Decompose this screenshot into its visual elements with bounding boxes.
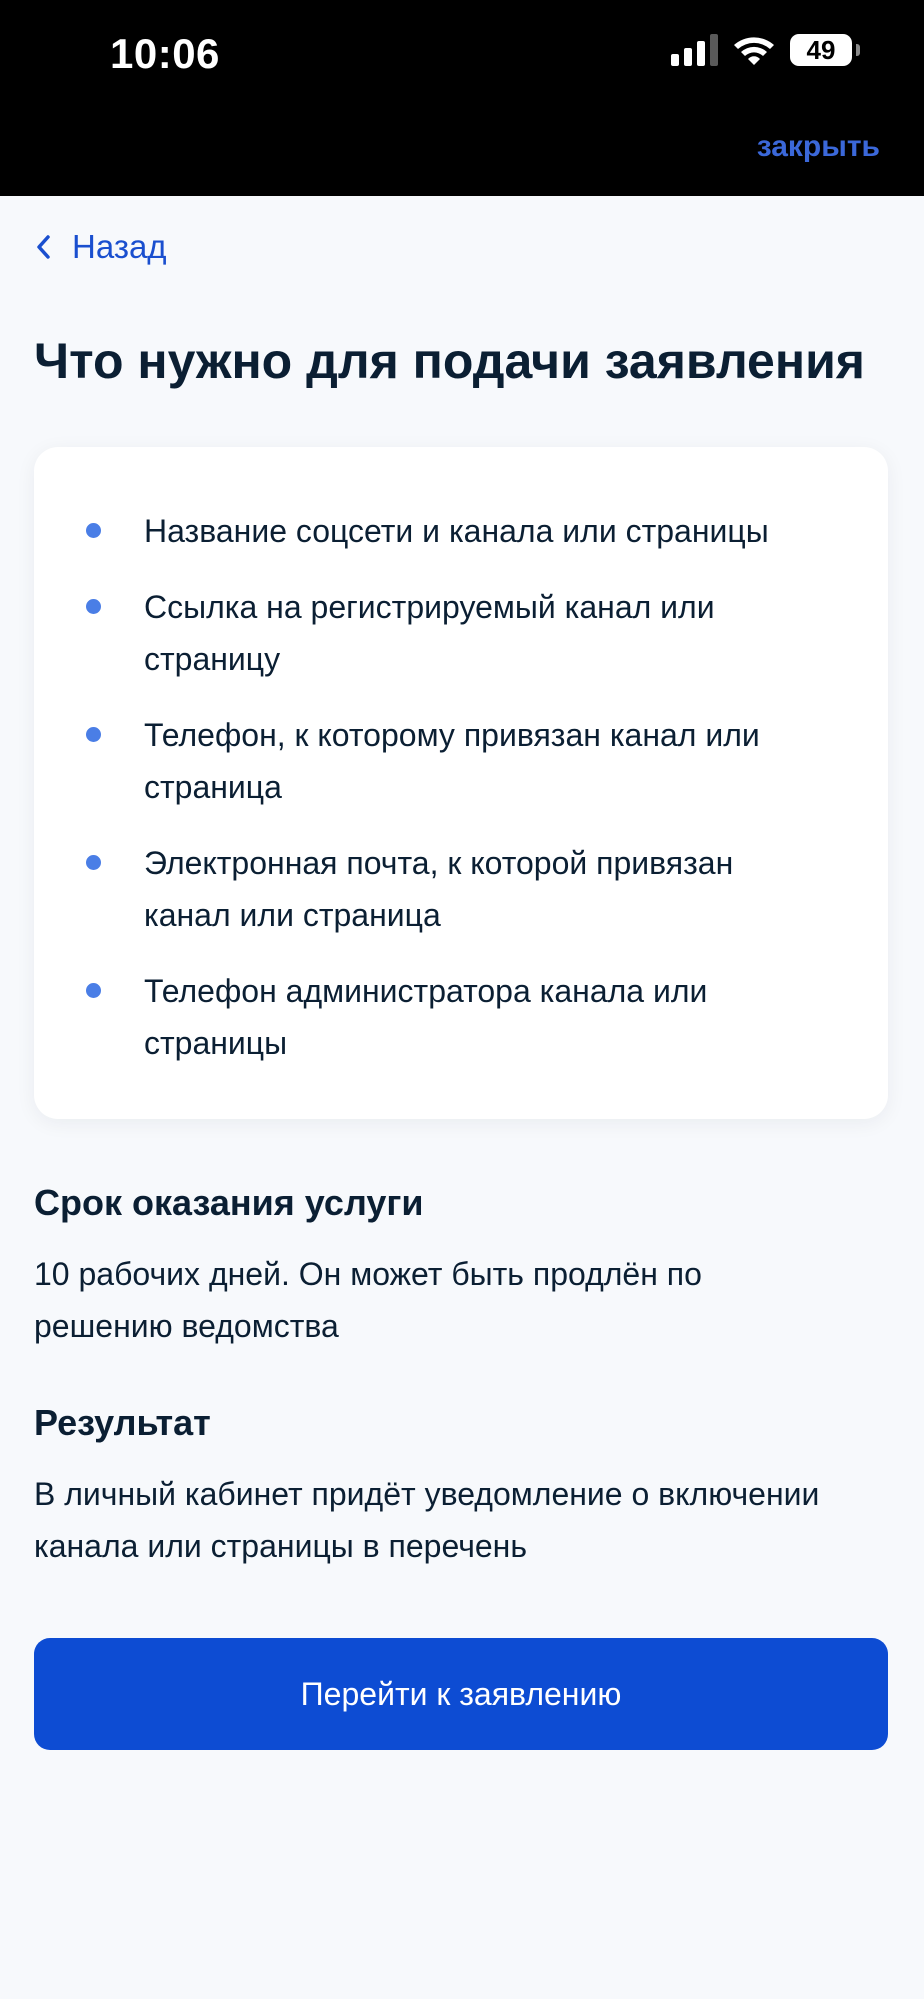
requirements-card: Название соцсети и канала или страницы С… <box>34 447 888 1119</box>
list-item: Телефон администратора канала или страни… <box>84 965 848 1069</box>
list-item-text: Телефон, к которому привязан канал или с… <box>144 717 760 805</box>
term-title: Срок оказания услуги <box>34 1182 424 1223</box>
list-item-text: Электронная почта, к которой привязан ка… <box>144 845 734 933</box>
list-item-text: Название соцсети и канала или страницы <box>144 513 769 549</box>
bullet-icon <box>86 727 101 742</box>
requirements-list: Название соцсети и канала или страницы С… <box>84 505 848 1069</box>
wifi-icon <box>734 37 774 65</box>
term-text: 10 рабочих дней. Он может быть продлён п… <box>34 1256 702 1344</box>
cellular-signal-icon <box>671 34 718 66</box>
top-bar: 10:06 49 закрыть <box>0 0 924 196</box>
list-item: Ссылка на регистрируемый канал или стран… <box>84 581 848 685</box>
result-text: В личный кабинет придёт уведомление о вк… <box>34 1476 820 1564</box>
battery-tip <box>856 44 860 56</box>
bullet-icon <box>86 523 101 538</box>
chevron-left-icon <box>37 235 50 259</box>
back-label: Назад <box>72 228 167 265</box>
back-button[interactable]: Назад <box>34 228 167 266</box>
battery-level: 49 <box>806 35 836 65</box>
list-item: Электронная почта, к которой привязан ка… <box>84 837 848 941</box>
result-title: Результат <box>34 1402 211 1443</box>
list-item-text: Телефон администратора канала или страни… <box>144 973 708 1061</box>
page-title: Что нужно для подачи заявления <box>34 333 865 389</box>
close-button[interactable]: закрыть <box>757 130 880 164</box>
bullet-icon <box>86 599 101 614</box>
list-item: Телефон, к которому привязан канал или с… <box>84 709 848 813</box>
battery-icon: 49 <box>790 34 852 66</box>
status-icons: 49 <box>671 34 860 66</box>
bullet-icon <box>86 983 101 998</box>
status-time: 10:06 <box>110 30 220 77</box>
bullet-icon <box>86 855 101 870</box>
list-item-text: Ссылка на регистрируемый канал или стран… <box>144 589 715 677</box>
go-to-application-button[interactable]: Перейти к заявлению <box>34 1638 888 1750</box>
list-item: Название соцсети и канала или страницы <box>84 505 848 557</box>
